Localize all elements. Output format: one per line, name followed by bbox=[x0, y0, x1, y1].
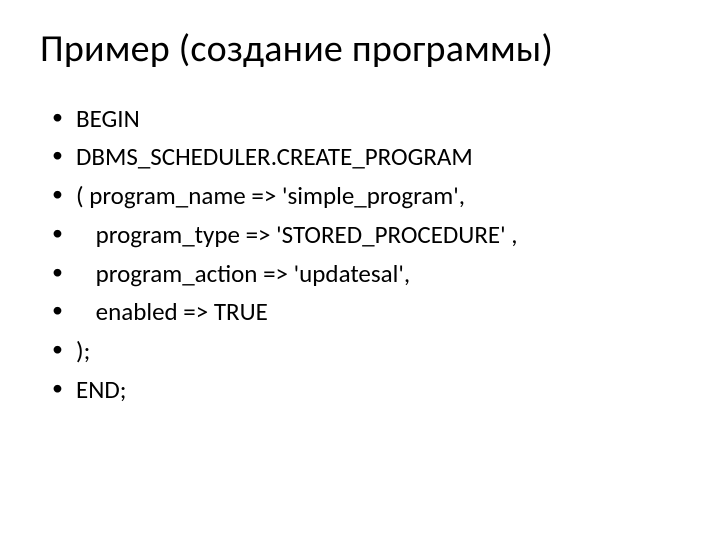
list-item: program_type => 'STORED_PROCEDURE' , bbox=[76, 216, 680, 255]
list-item: BEGIN bbox=[76, 100, 680, 139]
list-item: program_action => 'updatesal', bbox=[76, 255, 680, 294]
bullet-text: program_type => 'STORED_PROCEDURE' , bbox=[90, 219, 518, 250]
list-item: ( program_name => 'simple_program', bbox=[76, 177, 680, 216]
bullet-text: ( program_name => 'simple_program', bbox=[76, 180, 465, 211]
bullet-list: BEGIN DBMS_SCHEDULER.CREATE_PROGRAM ( pr… bbox=[40, 100, 680, 410]
list-item: ); bbox=[76, 332, 680, 371]
slide-title: Пример (создание программы) bbox=[40, 28, 680, 72]
list-item: enabled => TRUE bbox=[76, 293, 680, 332]
bullet-text: ); bbox=[76, 335, 90, 366]
bullet-text: DBMS_SCHEDULER.CREATE_PROGRAM bbox=[76, 141, 473, 172]
slide: Пример (создание программы) BEGIN DBMS_S… bbox=[0, 0, 720, 540]
bullet-text: END; bbox=[76, 374, 126, 405]
bullet-text: enabled => TRUE bbox=[90, 296, 268, 327]
bullet-text: BEGIN bbox=[76, 103, 140, 134]
list-item: DBMS_SCHEDULER.CREATE_PROGRAM bbox=[76, 138, 680, 177]
list-item: END; bbox=[76, 371, 680, 410]
bullet-text: program_action => 'updatesal', bbox=[90, 258, 410, 289]
